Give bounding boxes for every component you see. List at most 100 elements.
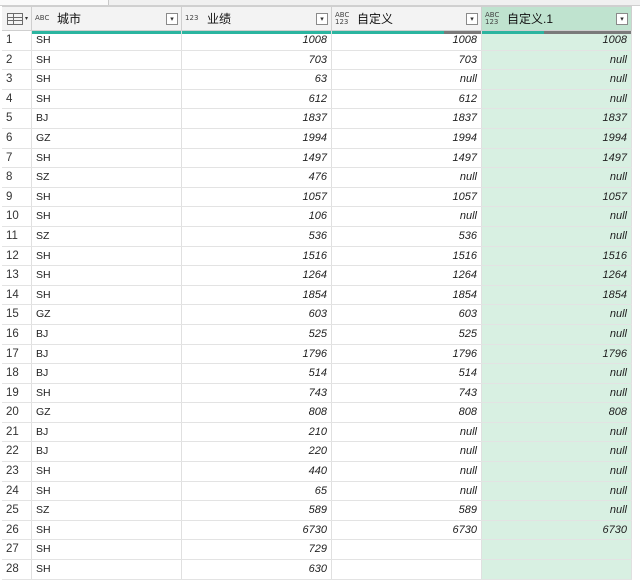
performance-cell[interactable]: 1057 <box>182 187 332 207</box>
filter-dropdown-icon[interactable]: ▾ <box>616 12 628 25</box>
performance-cell[interactable]: 630 <box>182 560 332 579</box>
performance-cell[interactable]: 1497 <box>182 148 332 168</box>
custom-cell[interactable]: 808 <box>332 403 482 422</box>
performance-cell[interactable]: 1854 <box>182 285 332 305</box>
row-number[interactable]: 17 <box>2 344 32 364</box>
city-cell[interactable]: SZ <box>32 168 182 187</box>
custom-cell[interactable]: 1057 <box>332 187 482 207</box>
custom-cell[interactable]: 703 <box>332 50 482 70</box>
city-cell[interactable]: SH <box>32 207 182 226</box>
column-header-custom[interactable]: ABC 123 自定义 ▾ <box>332 7 482 34</box>
row-number[interactable]: 10 <box>2 207 32 226</box>
row-number[interactable]: 15 <box>2 305 32 324</box>
custom-cell[interactable]: 525 <box>332 324 482 344</box>
filter-dropdown-icon[interactable]: ▾ <box>166 12 178 25</box>
row-number[interactable]: 27 <box>2 540 32 560</box>
custom-cell[interactable]: null <box>332 168 482 187</box>
row-number[interactable]: 12 <box>2 246 32 266</box>
table-menu-button[interactable]: ▾ <box>2 7 32 30</box>
custom-cell[interactable]: 514 <box>332 364 482 383</box>
city-cell[interactable]: SH <box>32 266 182 285</box>
custom-1-cell[interactable]: null <box>482 383 632 403</box>
custom-cell[interactable]: 1994 <box>332 128 482 148</box>
custom-1-cell[interactable] <box>482 560 632 579</box>
city-cell[interactable]: SH <box>32 462 182 481</box>
custom-cell[interactable]: null <box>332 462 482 481</box>
custom-1-cell[interactable]: null <box>482 442 632 462</box>
row-number[interactable]: 26 <box>2 520 32 540</box>
custom-cell[interactable]: 603 <box>332 305 482 324</box>
custom-1-cell[interactable]: 1854 <box>482 285 632 305</box>
custom-1-cell[interactable]: null <box>482 168 632 187</box>
row-number[interactable]: 11 <box>2 226 32 246</box>
row-number[interactable]: 4 <box>2 89 32 109</box>
city-cell[interactable]: GZ <box>32 403 182 422</box>
column-header-performance[interactable]: 123 业绩 ▾ <box>182 7 332 34</box>
custom-1-cell[interactable]: 1057 <box>482 187 632 207</box>
row-number[interactable]: 16 <box>2 324 32 344</box>
custom-1-cell[interactable]: null <box>482 324 632 344</box>
custom-cell[interactable] <box>332 540 482 560</box>
custom-cell[interactable]: null <box>332 442 482 462</box>
custom-1-cell[interactable]: null <box>482 422 632 442</box>
city-cell[interactable]: SH <box>32 50 182 70</box>
custom-1-cell[interactable]: null <box>482 481 632 501</box>
custom-1-cell[interactable] <box>482 540 632 560</box>
performance-cell[interactable]: 6730 <box>182 520 332 540</box>
custom-cell[interactable]: 536 <box>332 226 482 246</box>
custom-1-cell[interactable]: 1516 <box>482 246 632 266</box>
performance-cell[interactable]: 65 <box>182 481 332 501</box>
row-number[interactable]: 2 <box>2 50 32 70</box>
custom-1-cell[interactable]: null <box>482 226 632 246</box>
custom-cell[interactable]: 1837 <box>332 109 482 128</box>
performance-cell[interactable]: 514 <box>182 364 332 383</box>
custom-cell[interactable]: null <box>332 70 482 89</box>
custom-1-cell[interactable]: 808 <box>482 403 632 422</box>
row-number[interactable]: 21 <box>2 422 32 442</box>
performance-cell[interactable]: 210 <box>182 422 332 442</box>
performance-cell[interactable]: 525 <box>182 324 332 344</box>
column-header-city[interactable]: ABC 城市 ▾ <box>32 7 182 34</box>
custom-1-cell[interactable]: null <box>482 207 632 226</box>
city-cell[interactable]: GZ <box>32 128 182 148</box>
city-cell[interactable]: BJ <box>32 442 182 462</box>
performance-cell[interactable]: 220 <box>182 442 332 462</box>
city-cell[interactable]: BJ <box>32 109 182 128</box>
custom-1-cell[interactable]: 1994 <box>482 128 632 148</box>
city-cell[interactable]: BJ <box>32 324 182 344</box>
city-cell[interactable]: GZ <box>32 305 182 324</box>
city-cell[interactable]: SZ <box>32 501 182 520</box>
custom-1-cell[interactable]: 1796 <box>482 344 632 364</box>
toolbar-tab[interactable] <box>0 0 109 5</box>
custom-cell[interactable]: null <box>332 422 482 442</box>
city-cell[interactable]: SH <box>32 89 182 109</box>
filter-dropdown-icon[interactable]: ▾ <box>316 12 328 25</box>
row-number[interactable]: 14 <box>2 285 32 305</box>
custom-cell[interactable]: 743 <box>332 383 482 403</box>
custom-cell[interactable]: null <box>332 481 482 501</box>
performance-cell[interactable]: 476 <box>182 168 332 187</box>
city-cell[interactable]: BJ <box>32 422 182 442</box>
row-number[interactable]: 6 <box>2 128 32 148</box>
row-number[interactable]: 7 <box>2 148 32 168</box>
performance-cell[interactable]: 63 <box>182 70 332 89</box>
custom-cell[interactable]: 1796 <box>332 344 482 364</box>
column-header-custom-1[interactable]: ABC 123 自定义.1 ▾ <box>482 7 632 34</box>
custom-1-cell[interactable]: 6730 <box>482 520 632 540</box>
city-cell[interactable]: SH <box>32 383 182 403</box>
city-cell[interactable]: SH <box>32 187 182 207</box>
custom-cell[interactable]: 1854 <box>332 285 482 305</box>
city-cell[interactable]: SZ <box>32 226 182 246</box>
city-cell[interactable]: BJ <box>32 364 182 383</box>
city-cell[interactable]: SH <box>32 70 182 89</box>
custom-1-cell[interactable]: null <box>482 364 632 383</box>
row-number[interactable]: 9 <box>2 187 32 207</box>
row-number[interactable]: 23 <box>2 462 32 481</box>
performance-cell[interactable]: 1994 <box>182 128 332 148</box>
custom-1-cell[interactable]: null <box>482 70 632 89</box>
performance-cell[interactable]: 536 <box>182 226 332 246</box>
performance-cell[interactable]: 589 <box>182 501 332 520</box>
row-number[interactable]: 25 <box>2 501 32 520</box>
custom-cell[interactable]: 589 <box>332 501 482 520</box>
performance-cell[interactable]: 440 <box>182 462 332 481</box>
